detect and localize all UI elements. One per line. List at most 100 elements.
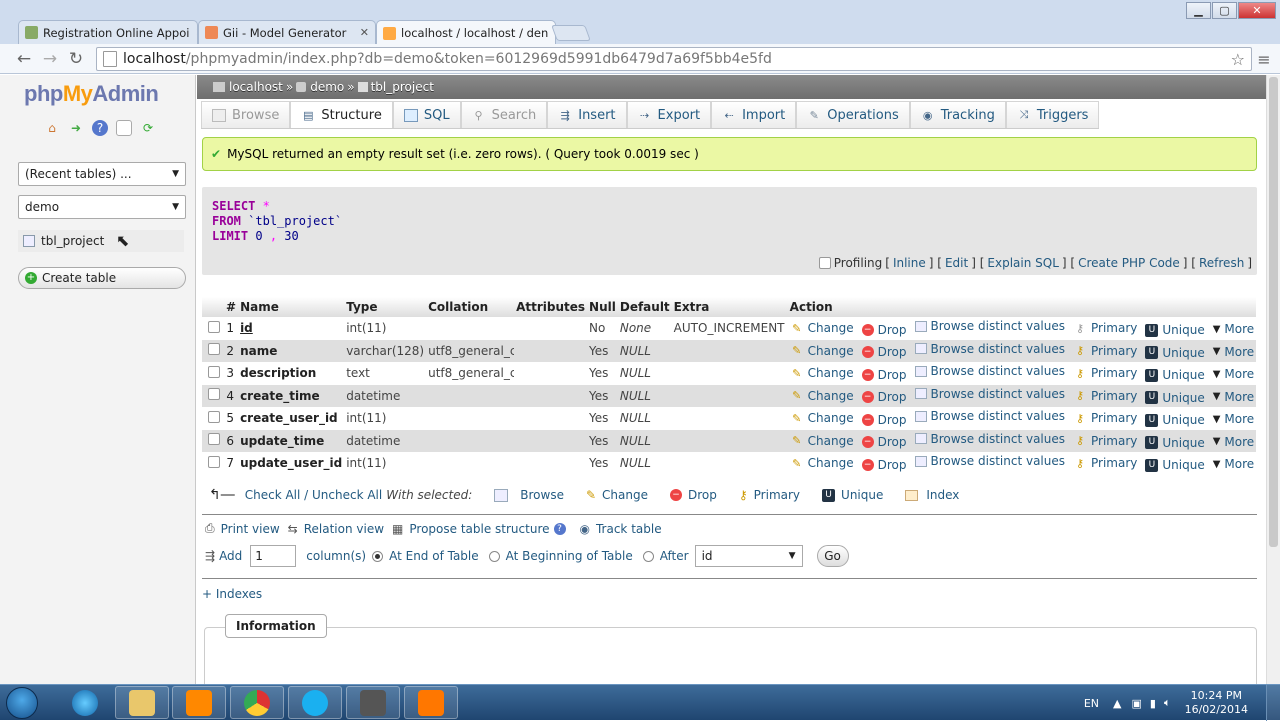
after-column-select[interactable]: id ▼: [694, 545, 803, 567]
row-checkbox[interactable]: [208, 410, 220, 423]
primary-action[interactable]: ⚷ Primary: [1073, 456, 1137, 470]
ws-primary-button[interactable]: ⚷ Primary: [739, 488, 800, 502]
address-bar[interactable]: localhost/phpmyadmin/index.php?db=demo&t…: [96, 47, 1252, 71]
relation-view-link[interactable]: ⇆ Relation view: [288, 522, 384, 536]
show-desktop-button[interactable]: [1266, 685, 1280, 721]
home-icon[interactable]: ⌂: [44, 120, 60, 136]
change-action[interactable]: ✎ Change: [790, 366, 854, 380]
database-select[interactable]: demo ▼: [18, 195, 186, 219]
row-checkbox[interactable]: [208, 343, 220, 356]
indexes-toggle[interactable]: + Indexes: [202, 587, 262, 601]
column-name[interactable]: id: [238, 317, 345, 340]
drop-action[interactable]: − Drop: [861, 435, 907, 449]
browse-distinct-action[interactable]: Browse distinct values: [914, 387, 1065, 401]
reload-icon[interactable]: ↻: [66, 49, 86, 69]
close-tab-icon[interactable]: ✕: [354, 26, 369, 39]
drop-action[interactable]: − Drop: [861, 390, 907, 404]
browser-tab-gii[interactable]: Gii - Model Generator ✕: [198, 20, 376, 44]
nav-table-item[interactable]: tbl_project: [18, 230, 184, 252]
print-view-link[interactable]: ⎙ Print view: [205, 521, 280, 536]
tab-browse[interactable]: Browse: [201, 101, 291, 128]
browse-distinct-action[interactable]: Browse distinct values: [914, 454, 1065, 468]
more-action[interactable]: ▼ More: [1213, 390, 1254, 404]
row-checkbox[interactable]: [208, 320, 220, 333]
help-icon[interactable]: ?: [553, 522, 566, 535]
propose-structure-link[interactable]: ▦ Propose table structure?: [392, 522, 566, 536]
taskbar-xampp[interactable]: [404, 686, 458, 719]
ws-drop-button[interactable]: − Drop: [669, 488, 717, 502]
explain-sql-link[interactable]: Explain SQL: [987, 256, 1059, 270]
forward-arrow-icon[interactable]: →: [40, 49, 60, 69]
change-action[interactable]: ✎ Change: [790, 434, 854, 448]
create-table-button[interactable]: + Create table: [18, 267, 186, 289]
ws-index-button[interactable]: Index: [905, 488, 959, 502]
unique-action[interactable]: U Unique: [1145, 346, 1205, 360]
row-checkbox[interactable]: [208, 388, 220, 401]
more-action[interactable]: ▼ More: [1213, 345, 1254, 359]
close-tab-icon[interactable]: ✕: [189, 26, 197, 39]
go-button[interactable]: Go: [816, 545, 849, 567]
drop-action[interactable]: − Drop: [861, 368, 907, 382]
taskbar-ide[interactable]: [346, 686, 400, 719]
tab-operations[interactable]: ✎ Operations: [796, 101, 910, 128]
primary-action[interactable]: ⚷ Primary: [1073, 389, 1137, 403]
row-checkbox[interactable]: [208, 433, 220, 446]
change-action[interactable]: ✎ Change: [790, 456, 854, 470]
maximize-button[interactable]: ▢: [1212, 2, 1237, 19]
more-action[interactable]: ▼ More: [1213, 367, 1254, 381]
phpmyadmin-logo[interactable]: phpMyAdmin: [24, 81, 159, 107]
tab-insert[interactable]: ⇶ Insert: [547, 101, 627, 128]
recent-tables-select[interactable]: (Recent tables) ... ▼: [18, 162, 186, 186]
close-window-button[interactable]: ✕: [1238, 2, 1276, 19]
docs-icon[interactable]: [116, 120, 132, 136]
row-checkbox[interactable]: [208, 455, 220, 468]
volume-icon[interactable]: 🔈︎: [1164, 696, 1171, 710]
menu-icon[interactable]: ≡: [1254, 49, 1274, 69]
bookmark-star-icon[interactable]: ☆: [1231, 50, 1245, 69]
primary-action[interactable]: ⚷ Primary: [1073, 411, 1137, 425]
browser-tab-registration[interactable]: Registration Online Appoi ✕: [18, 20, 198, 44]
edit-link[interactable]: Edit: [945, 256, 968, 270]
change-action[interactable]: ✎ Change: [790, 344, 854, 358]
at-end-radio[interactable]: [372, 550, 384, 562]
profiling-checkbox[interactable]: [818, 257, 831, 269]
back-arrow-icon[interactable]: ←: [14, 49, 34, 69]
tab-export[interactable]: ⇢ Export: [626, 101, 712, 128]
taskbar-media[interactable]: [172, 686, 226, 719]
taskbar-ie[interactable]: [58, 686, 112, 719]
browser-tab-phpmyadmin[interactable]: localhost / localhost / den ✕: [376, 20, 556, 45]
unique-action[interactable]: U Unique: [1145, 458, 1205, 472]
change-action[interactable]: ✎ Change: [790, 321, 854, 335]
change-action[interactable]: ✎ Change: [790, 389, 854, 403]
tray-expand-icon[interactable]: ▲: [1113, 697, 1121, 710]
more-action[interactable]: ▼ More: [1213, 435, 1254, 449]
new-tab-button[interactable]: [551, 25, 591, 41]
browse-distinct-action[interactable]: Browse distinct values: [914, 342, 1065, 356]
browse-distinct-action[interactable]: Browse distinct values: [914, 409, 1065, 423]
change-action[interactable]: ✎ Change: [790, 411, 854, 425]
check-all-link[interactable]: Check All / Uncheck All: [245, 488, 383, 502]
more-action[interactable]: ▼ More: [1213, 322, 1254, 336]
drop-action[interactable]: − Drop: [861, 323, 907, 337]
start-button[interactable]: [6, 687, 38, 719]
unique-action[interactable]: U Unique: [1145, 391, 1205, 405]
tab-search[interactable]: ⚲ Search: [460, 101, 548, 128]
network-icon[interactable]: ▮: [1150, 697, 1156, 710]
breadcrumb-table[interactable]: tbl_project: [371, 80, 434, 94]
unique-action[interactable]: U Unique: [1145, 368, 1205, 382]
minimize-button[interactable]: ▁: [1186, 2, 1211, 19]
row-checkbox[interactable]: [208, 365, 220, 378]
ws-unique-button[interactable]: U Unique: [822, 488, 883, 502]
help-icon[interactable]: ?: [92, 120, 108, 136]
browse-distinct-action[interactable]: Browse distinct values: [914, 432, 1065, 446]
unique-action[interactable]: U Unique: [1145, 323, 1205, 337]
breadcrumb-db[interactable]: demo: [310, 80, 344, 94]
more-action[interactable]: ▼ More: [1213, 412, 1254, 426]
clock[interactable]: 10:24 PM 16/02/2014: [1185, 689, 1248, 717]
refresh-link[interactable]: Refresh: [1199, 256, 1244, 270]
primary-action[interactable]: ⚷ Primary: [1073, 366, 1137, 380]
create-php-code-link[interactable]: Create PHP Code: [1078, 256, 1180, 270]
scrollbar-thumb[interactable]: [1269, 77, 1278, 547]
more-action[interactable]: ▼ More: [1213, 457, 1254, 471]
primary-action[interactable]: ⚷ Primary: [1073, 344, 1137, 358]
